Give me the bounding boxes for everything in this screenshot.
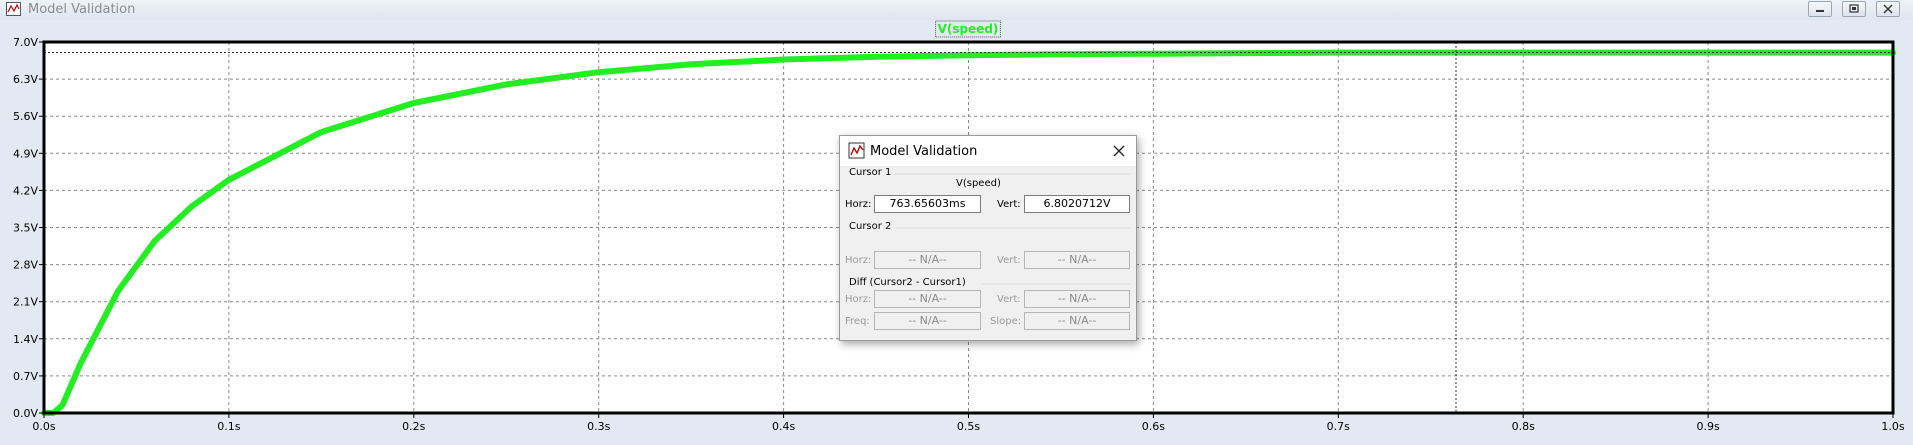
x-tick-label: 1.0s: [1881, 420, 1904, 433]
legend-trace-label[interactable]: V(speed): [938, 22, 999, 36]
minimize-button[interactable]: [1808, 1, 1832, 17]
window-title: Model Validation: [28, 2, 136, 17]
diff-horz-field: -- N/A--: [874, 290, 981, 308]
waveform-viewer-icon: [6, 2, 21, 16]
x-tick-label: 0.8s: [1512, 420, 1535, 433]
close-window-button[interactable]: [1876, 1, 1900, 17]
x-tick-label: 0.5s: [957, 420, 980, 433]
restore-button[interactable]: [1842, 1, 1866, 17]
close-icon[interactable]: [1108, 140, 1130, 162]
minimize-icon: [1816, 10, 1824, 12]
cursor2-horz-field: -- N/A--: [874, 251, 981, 269]
y-tick-label: 6.3V: [13, 73, 38, 86]
y-tick-label: 0.7V: [13, 370, 38, 383]
cursor2-vert-field: -- N/A--: [1024, 251, 1130, 269]
y-tick-label: 2.1V: [13, 296, 38, 309]
diff-slope-field: -- N/A--: [1024, 312, 1130, 330]
y-tick-label: 0.0V: [13, 407, 38, 420]
group-divider: [895, 227, 1131, 229]
cursor2-vert-label: Vert:: [997, 255, 1021, 266]
y-tick-label: 4.2V: [13, 184, 38, 197]
diff-vert-field: -- N/A--: [1024, 290, 1130, 308]
diff-freq-field: -- N/A--: [874, 312, 981, 330]
group-divider: [981, 283, 1131, 285]
dialog-title: Model Validation: [870, 144, 978, 159]
dialog-titlebar: Model Validation: [840, 136, 1136, 166]
cursor2-heading: Cursor 2: [849, 221, 892, 232]
diff-heading: Diff (Cursor2 - Cursor1): [849, 277, 966, 288]
y-tick-label: 1.4V: [13, 333, 38, 346]
y-tick-label: 3.5V: [13, 222, 38, 235]
diff-freq-label: Freq:: [845, 316, 870, 327]
cursor1-horz-label: Horz:: [845, 199, 872, 210]
waveform-viewer-icon: [848, 142, 865, 159]
x-tick-label: 0.4s: [772, 420, 795, 433]
x-tick-label: 0.9s: [1696, 420, 1719, 433]
close-icon: [1883, 4, 1893, 14]
cursor1-vert-label: Vert:: [997, 199, 1021, 210]
x-tick-label: 0.3s: [587, 420, 610, 433]
diff-horz-label: Horz:: [845, 294, 872, 305]
cursor1-trace-name: V(speed): [956, 178, 1001, 189]
y-tick-label: 4.9V: [13, 147, 38, 160]
y-tick-label: 2.8V: [13, 259, 38, 272]
cursor1-heading: Cursor 1: [849, 167, 892, 178]
cursor2-horz-label: Horz:: [845, 255, 872, 266]
x-tick-label: 0.1s: [217, 420, 240, 433]
cursor1-vert-field[interactable]: 6.8020712V: [1024, 195, 1130, 213]
diff-slope-label: Slope:: [990, 316, 1022, 327]
window-titlebar: Model Validation: [0, 0, 1913, 20]
diff-vert-label: Vert:: [997, 294, 1021, 305]
x-tick-label: 0.2s: [402, 420, 425, 433]
y-tick-label: 5.6V: [13, 110, 38, 123]
y-tick-label: 7.0V: [13, 36, 38, 49]
restore-icon: [1849, 4, 1859, 13]
x-tick-label: 0.7s: [1327, 420, 1350, 433]
cursor1-horz-field[interactable]: 763.65603ms: [874, 195, 981, 213]
x-tick-label: 0.6s: [1142, 420, 1165, 433]
group-divider: [895, 173, 1131, 175]
cursor-dialog: Model Validation Cursor 1 V(speed) Horz:…: [839, 135, 1137, 341]
x-tick-label: 0.0s: [32, 420, 55, 433]
